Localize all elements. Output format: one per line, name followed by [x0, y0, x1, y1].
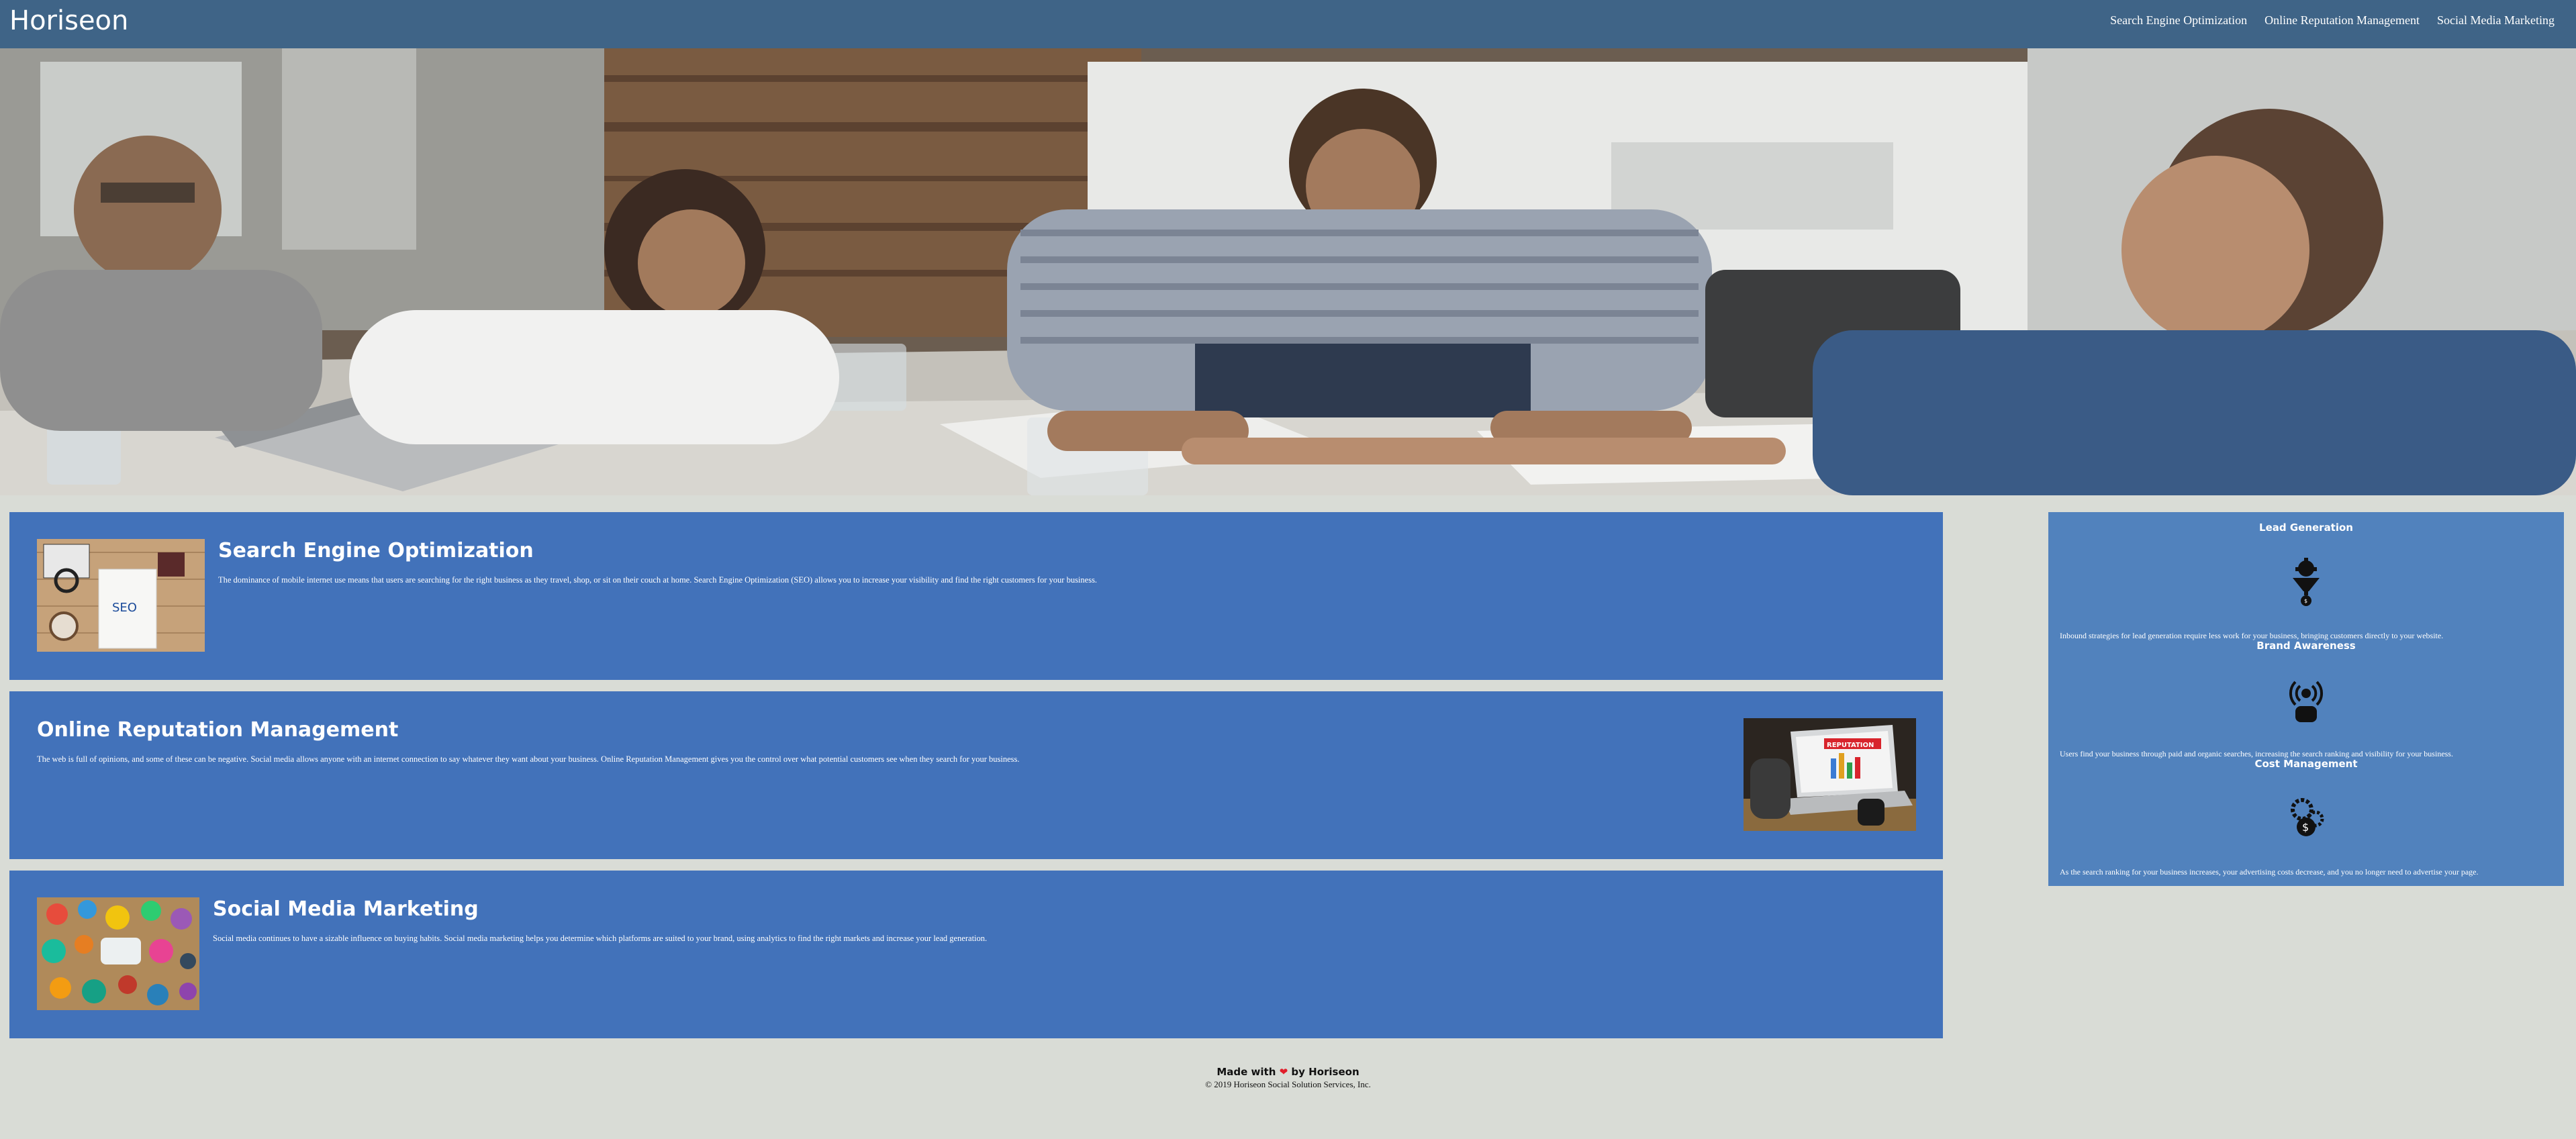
benefit-title-cost: Cost Management [2254, 758, 2358, 770]
heart-icon: ❤ [1279, 1066, 1288, 1078]
site-logo[interactable]: Horiseon [9, 5, 128, 36]
hero-photo-illustration [0, 48, 2576, 495]
seo-title: Search Engine Optimization [218, 539, 534, 562]
seo-image: SEO [37, 539, 205, 652]
section-seo: SEO Search Engine Optimization The domin… [9, 512, 1943, 680]
benefit-title-lead: Lead Generation [2259, 522, 2353, 534]
social-title: Social Media Marketing [213, 897, 479, 921]
main-nav: Search Engine Optimization Online Reputa… [2093, 13, 2555, 28]
benefit-text-cost: As the search ranking for your business … [2060, 867, 2479, 877]
hero-image [0, 48, 2576, 495]
social-text: Social media continues to have a sizable… [213, 934, 988, 943]
social-image [37, 897, 199, 1010]
footer-credit: Made with ❤ by Horiseon [0, 1066, 2576, 1078]
benefits-sidebar: Lead Generation $ Inbound strategies for… [2048, 512, 2564, 886]
broadcast-person-icon [2286, 675, 2326, 725]
section-reputation: Online Reputation Management The web is … [9, 691, 1943, 859]
site-header: Horiseon Search Engine Optimization Onli… [0, 0, 2576, 48]
nav-link-social[interactable]: Social Media Marketing [2437, 13, 2555, 28]
footer-copyright: © 2019 Horiseon Social Solution Services… [1205, 1079, 1371, 1089]
gears-dollar-icon: $ [2286, 793, 2326, 843]
reputation-text: The web is full of opinions, and some of… [37, 754, 1020, 764]
svg-text:SEO: SEO [112, 601, 137, 615]
svg-text:$: $ [2302, 821, 2309, 834]
benefit-title-brand: Brand Awareness [2256, 640, 2356, 652]
reputation-title: Online Reputation Management [37, 718, 399, 742]
nav-link-reputation[interactable]: Online Reputation Management [2264, 13, 2420, 28]
nav-link-seo[interactable]: Search Engine Optimization [2110, 13, 2247, 28]
svg-text:REPUTATION: REPUTATION [1827, 742, 1874, 749]
reputation-image: REPUTATION [1744, 718, 1916, 831]
footer-made-with: Made with [1217, 1066, 1276, 1078]
lead-funnel-icon: $ [2286, 558, 2326, 607]
svg-text:$: $ [2304, 598, 2307, 604]
seo-text: The dominance of mobile internet use mea… [218, 575, 1098, 585]
footer-by: by Horiseon [1291, 1066, 1359, 1078]
site-footer: Made with ❤ by Horiseon © 2019 Horiseon … [0, 1066, 2576, 1090]
section-social: Social Media Marketing Social media cont… [9, 871, 1943, 1038]
